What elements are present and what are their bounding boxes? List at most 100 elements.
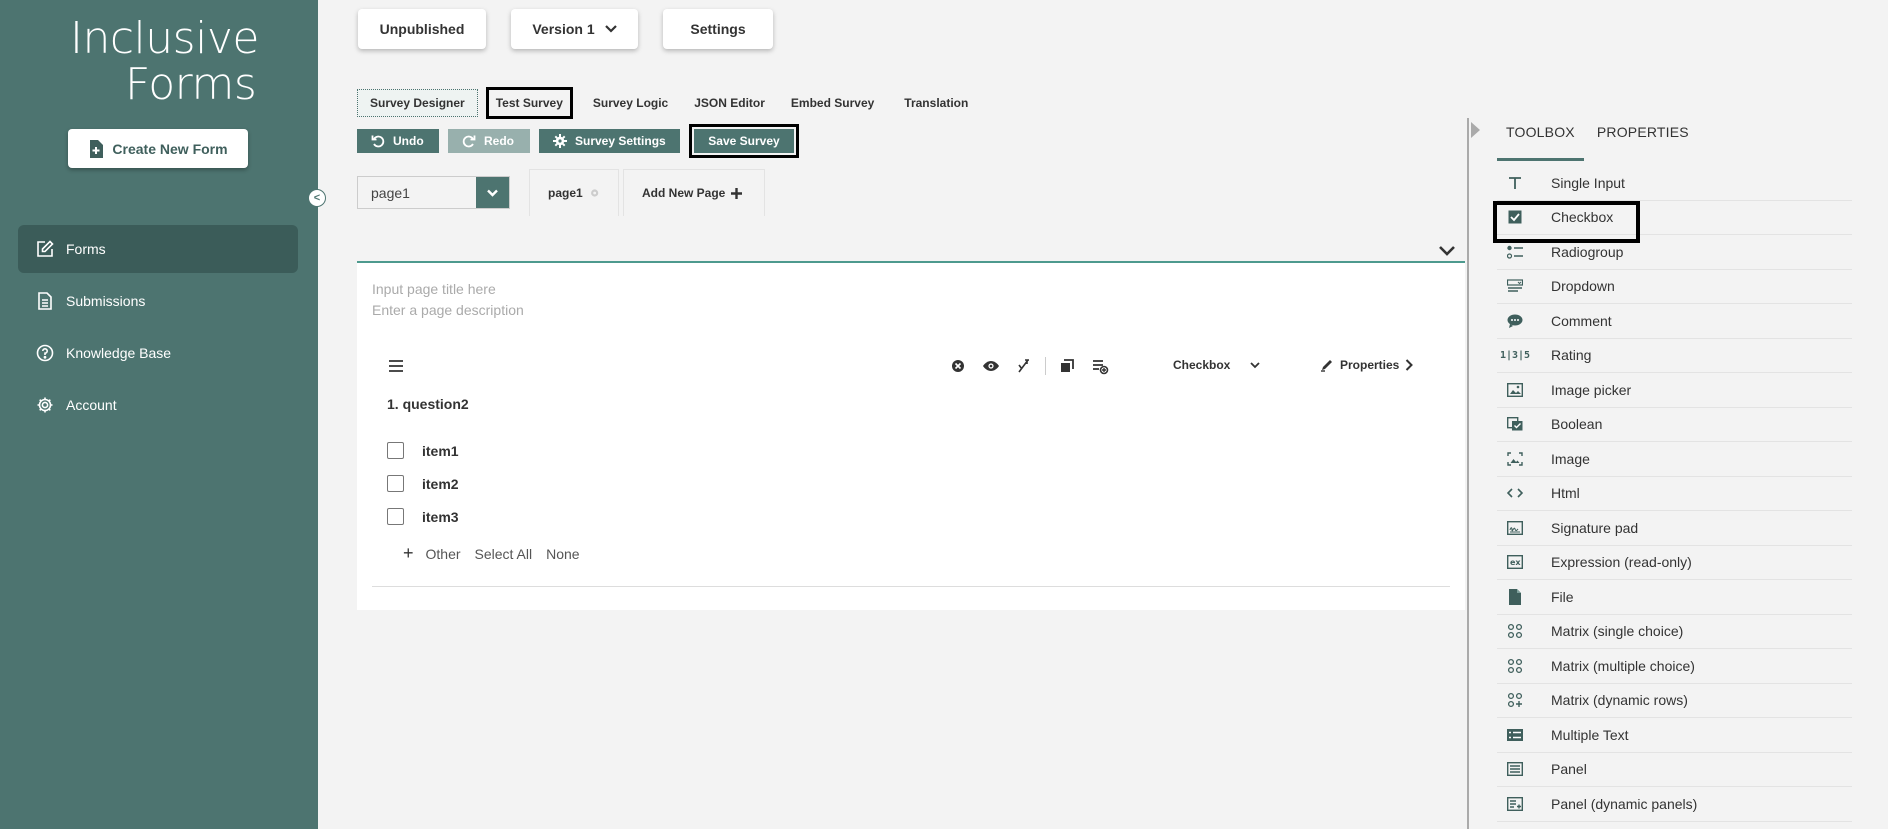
page-title-input[interactable]: Input page title here (372, 281, 496, 297)
tool-image-picker[interactable]: Image picker (1497, 373, 1852, 408)
tool-label: Matrix (multiple choice) (1551, 657, 1695, 674)
tool-file[interactable]: File (1497, 580, 1852, 615)
choice-label[interactable]: item3 (422, 509, 459, 525)
add-none-button[interactable]: None (546, 546, 579, 562)
file-plus-icon (90, 139, 104, 158)
page-tab[interactable]: page1 (529, 169, 619, 216)
tab-test-survey[interactable]: Test Survey (485, 87, 573, 119)
question-toolbar (949, 357, 1124, 375)
survey-settings-button[interactable]: Survey Settings (539, 129, 680, 153)
tool-boolean[interactable]: Boolean (1497, 408, 1852, 442)
chevron-down-icon (1250, 361, 1260, 368)
tab-translation[interactable]: Translation (892, 89, 980, 117)
undo-button[interactable]: Undo (357, 129, 439, 153)
tool-dropdown[interactable]: Dropdown (1497, 270, 1852, 304)
tool-matrix-single[interactable]: Matrix (single choice) (1497, 615, 1852, 649)
question-title[interactable]: 1. question2 (387, 396, 469, 412)
tool-label: Matrix (dynamic rows) (1551, 692, 1688, 709)
tab-toolbox[interactable]: TOOLBOX (1497, 115, 1584, 161)
tool-image[interactable]: Image (1497, 442, 1852, 477)
add-other-button[interactable]: Other (426, 546, 461, 562)
page-description-input[interactable]: Enter a page description (372, 302, 524, 318)
collapse-panel-icon[interactable] (1468, 119, 1484, 141)
gear-icon[interactable] (589, 187, 600, 199)
checkbox[interactable] (387, 508, 404, 525)
panel-dynamic-icon (1507, 796, 1523, 812)
tool-multiple-text[interactable]: Multiple Text (1497, 718, 1852, 753)
tool-label: Boolean (1551, 416, 1603, 433)
logo-line1: Inclusive (70, 13, 259, 64)
page-select-arrow[interactable] (476, 177, 509, 208)
create-new-form-button[interactable]: Create New Form (68, 129, 248, 168)
tool-matrix-dynamic[interactable]: Matrix (dynamic rows) (1497, 684, 1852, 718)
checkbox[interactable] (387, 475, 404, 492)
plus-icon (731, 187, 743, 199)
save-survey-button[interactable]: Save Survey (689, 124, 799, 158)
add-choice-icon[interactable]: + (403, 543, 414, 564)
page-tab-label: page1 (548, 186, 583, 200)
panel-resizer[interactable] (1467, 118, 1469, 829)
tool-matrix-multiple[interactable]: Matrix (multiple choice) (1497, 649, 1852, 684)
question-type-dropdown[interactable]: Checkbox (1173, 358, 1260, 372)
add-to-toolbox-icon[interactable] (1091, 357, 1109, 375)
page-select[interactable]: page1 (357, 176, 510, 209)
add-select-all-button[interactable]: Select All (475, 546, 533, 562)
sidebar-item-submissions[interactable]: Submissions (18, 277, 298, 325)
toolbar-separator (1045, 357, 1046, 375)
add-new-page-button[interactable]: Add New Page (623, 169, 765, 216)
copy-icon[interactable] (1058, 357, 1076, 375)
tool-label: Single Input (1551, 174, 1625, 191)
collapse-sidebar-button[interactable]: < (308, 189, 326, 207)
expression-icon: ex (1507, 554, 1523, 570)
eye-icon[interactable] (982, 357, 1000, 375)
clear-icon[interactable] (949, 357, 967, 375)
tab-properties[interactable]: PROPERTIES (1588, 115, 1698, 161)
tool-signature-pad[interactable]: Signature pad (1497, 511, 1852, 546)
tool-html[interactable]: Html (1497, 477, 1852, 511)
tab-json-editor[interactable]: JSON Editor (682, 89, 777, 117)
image-icon (1507, 451, 1523, 467)
tool-comment[interactable]: Comment (1497, 304, 1852, 339)
version-dropdown[interactable]: Version 1 (511, 9, 638, 49)
gear-icon (37, 397, 53, 413)
tab-survey-designer[interactable]: Survey Designer (357, 89, 478, 117)
question-properties-button[interactable]: Properties (1320, 358, 1414, 372)
tool-checkbox[interactable]: Checkbox (1493, 200, 1852, 242)
tool-label: Checkbox (1551, 209, 1614, 226)
sidebar-item-account[interactable]: Account (18, 381, 298, 429)
checkbox[interactable] (387, 442, 404, 459)
dropdown-icon (1507, 278, 1523, 294)
undo-label: Undo (393, 134, 424, 148)
tool-label: Dropdown (1551, 278, 1615, 295)
settings-label: Settings (690, 21, 746, 37)
redo-button[interactable]: Redo (448, 129, 530, 153)
chevron-down-icon[interactable] (1438, 244, 1456, 258)
status-button[interactable]: Unpublished (358, 9, 486, 49)
tool-single-input[interactable]: Single Input (1497, 166, 1852, 201)
tool-panel-dynamic[interactable]: Panel (dynamic panels) (1497, 787, 1852, 822)
choice-item[interactable]: item3 (387, 508, 459, 525)
sidebar-item-knowledge-base[interactable]: Knowledge Base (18, 329, 298, 377)
checkbox-icon (1507, 209, 1523, 225)
page-select-value: page1 (371, 184, 410, 201)
tool-expression[interactable]: ex Expression (read-only) (1497, 546, 1852, 580)
tab-embed-survey[interactable]: Embed Survey (779, 89, 886, 117)
chevron-down-icon (487, 189, 498, 197)
pencil-icon (1321, 360, 1332, 372)
tool-rating[interactable]: 1|3|5 Rating (1497, 339, 1852, 373)
settings-button[interactable]: Settings (663, 9, 773, 49)
tool-label: Comment (1551, 312, 1612, 329)
sidebar-item-forms[interactable]: Forms (18, 225, 298, 273)
required-icon[interactable] (1015, 357, 1033, 375)
choice-label[interactable]: item2 (422, 476, 459, 492)
choice-label[interactable]: item1 (422, 443, 459, 459)
tool-panel[interactable]: Panel (1497, 753, 1852, 787)
question-properties-label: Properties (1340, 358, 1400, 372)
tool-radiogroup[interactable]: Radiogroup (1497, 235, 1852, 270)
choice-item[interactable]: item2 (387, 475, 459, 492)
choice-item[interactable]: item1 (387, 442, 459, 459)
tab-survey-logic[interactable]: Survey Logic (581, 89, 680, 117)
sidebar-item-label: Forms (66, 241, 106, 257)
code-icon (1507, 485, 1523, 501)
drag-handle-icon[interactable] (388, 359, 404, 373)
